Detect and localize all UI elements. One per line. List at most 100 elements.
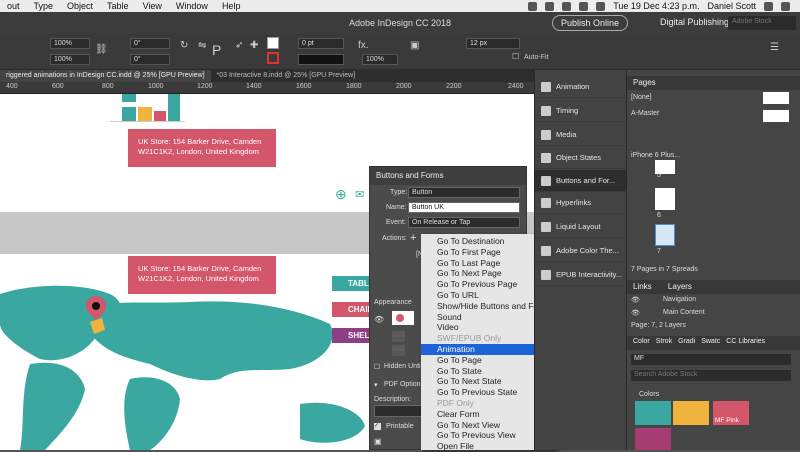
panel-tab-label: Object States bbox=[556, 153, 602, 162]
opacity-field[interactable]: 100% bbox=[362, 54, 398, 65]
wrap-icon[interactable]: ▣ bbox=[410, 40, 419, 51]
path-icon[interactable]: P bbox=[212, 42, 221, 58]
tab-color[interactable]: Color bbox=[633, 338, 650, 348]
color-swatch[interactable] bbox=[635, 428, 671, 450]
battery-icon[interactable] bbox=[596, 1, 606, 11]
ribbon-chair[interactable]: CHAIR bbox=[332, 302, 373, 317]
panel-tab-timing[interactable]: Timing bbox=[535, 100, 627, 122]
pdf-options-toggle-icon[interactable]: ▾ bbox=[374, 381, 378, 389]
fill-swatch-icon[interactable] bbox=[267, 37, 279, 49]
color-swatch[interactable] bbox=[635, 401, 671, 425]
notification-icon[interactable] bbox=[781, 1, 790, 11]
publish-online-button[interactable]: Publish Online bbox=[552, 15, 629, 31]
layer-navigation[interactable]: Navigation bbox=[663, 296, 696, 303]
eye-icon[interactable]: 👁 bbox=[631, 296, 640, 304]
panel-tab-adobe-color[interactable]: Adobe Color The... bbox=[535, 240, 627, 262]
media-icon bbox=[541, 129, 551, 140]
panel-tab-hyperlinks[interactable]: Hyperlinks bbox=[535, 192, 627, 214]
tab-links[interactable]: Links bbox=[633, 282, 652, 291]
ribbon-table[interactable]: TABLE bbox=[332, 276, 374, 291]
wifi-icon[interactable] bbox=[562, 1, 572, 11]
panel-tab-label: Hyperlinks bbox=[556, 198, 592, 207]
event-select[interactable]: On Release or Tap bbox=[408, 217, 520, 228]
color-swatch[interactable] bbox=[673, 401, 709, 425]
ribbon-shelve[interactable]: SHELVE bbox=[332, 328, 379, 343]
menu-help[interactable]: Help bbox=[215, 1, 248, 11]
search-icon[interactable] bbox=[764, 1, 773, 11]
effects-icon[interactable]: fx. bbox=[358, 40, 369, 51]
user-name[interactable]: Daniel Scott bbox=[707, 1, 756, 11]
menu-view[interactable]: View bbox=[136, 1, 169, 11]
panel-tab-liquid-layout[interactable]: Liquid Layout bbox=[535, 216, 627, 238]
menu-table[interactable]: Table bbox=[100, 1, 136, 11]
pages-none-master[interactable]: [None] bbox=[631, 94, 652, 101]
document-tab-active[interactable]: riggered animations in InDesign CC.indd … bbox=[0, 70, 211, 82]
name-input[interactable]: Button UK bbox=[408, 202, 520, 213]
menu-window[interactable]: Window bbox=[169, 1, 215, 11]
pages-panel-header[interactable]: Pages bbox=[627, 76, 800, 90]
hidden-checkbox[interactable]: ☐ bbox=[374, 363, 380, 371]
auto-fit-label: Auto-Fit bbox=[524, 54, 549, 61]
eye-icon[interactable]: 👁 bbox=[631, 309, 640, 317]
panel-tab-buttons-forms[interactable]: Buttons and For... bbox=[535, 170, 627, 192]
rollover-state-thumb[interactable]: ▒▒ bbox=[392, 331, 405, 341]
eye-icon[interactable]: 👁 bbox=[374, 315, 384, 324]
volume-icon[interactable] bbox=[579, 1, 589, 11]
rotate-cw-icon[interactable]: ↻ bbox=[180, 40, 188, 51]
add-action-icon[interactable]: + bbox=[410, 232, 416, 244]
a-master-thumb[interactable] bbox=[763, 110, 789, 122]
clock[interactable]: Tue 19 Dec 4:23 p.m. bbox=[613, 1, 699, 11]
epub-interactivity-icon bbox=[541, 269, 551, 280]
pages-a-master[interactable]: A-Master bbox=[631, 110, 659, 117]
auto-fit-checkbox[interactable]: ☐ bbox=[512, 52, 519, 61]
layer-main-content[interactable]: Main Content bbox=[663, 309, 705, 316]
stroke-weight-field[interactable]: 0 pt bbox=[298, 38, 344, 49]
animation-icon bbox=[541, 81, 551, 92]
click-state-thumb[interactable]: ▒▒ bbox=[392, 345, 405, 355]
menu-type[interactable]: Type bbox=[27, 1, 61, 11]
page-number: 7 bbox=[657, 248, 661, 255]
shear-field[interactable]: 0° bbox=[130, 54, 170, 65]
direct-select-icon[interactable]: ➶ bbox=[235, 40, 243, 51]
stroke-type-select[interactable] bbox=[298, 54, 344, 65]
document-tab[interactable]: *03 Interactive 8.indd @ 25% [GPU Previe… bbox=[211, 70, 362, 82]
ruler-mark: 2200 bbox=[446, 83, 462, 90]
scale-x-field[interactable]: 100% bbox=[50, 38, 90, 49]
type-select[interactable]: Button bbox=[408, 187, 520, 198]
timing-icon bbox=[541, 105, 551, 116]
creative-cloud-icon[interactable] bbox=[545, 1, 555, 11]
adobe-stock-search[interactable]: Adobe Stock bbox=[728, 16, 796, 30]
page-thumb-selected[interactable] bbox=[655, 224, 675, 246]
size-field[interactable]: 12 px bbox=[466, 38, 520, 49]
panel-tab-epub-interactivity[interactable]: EPUB Interactivity... bbox=[535, 264, 627, 286]
preview-icon[interactable]: ▣ bbox=[374, 437, 382, 446]
chart-bar bbox=[122, 107, 136, 121]
stroke-swatch-icon[interactable] bbox=[267, 52, 279, 64]
none-master-thumb[interactable] bbox=[763, 92, 789, 104]
stock-search-input[interactable]: Search Adobe Stock bbox=[631, 370, 791, 381]
rotation-field[interactable]: 0° bbox=[130, 38, 170, 49]
tab-cc-libraries[interactable]: CC Libraries bbox=[726, 338, 765, 348]
tab-layers[interactable]: Layers bbox=[668, 282, 692, 291]
panel-tab-media[interactable]: Media bbox=[535, 124, 627, 146]
tab-swatches[interactable]: Swatc bbox=[701, 338, 720, 348]
pdf-options-label: PDF Options bbox=[384, 381, 425, 388]
flip-icon[interactable]: ⇋ bbox=[198, 40, 206, 51]
printable-checkbox[interactable]: ✓ bbox=[374, 423, 381, 430]
panel-tab-object-states[interactable]: Object States bbox=[535, 147, 627, 169]
select-icon[interactable]: ✚ bbox=[250, 40, 258, 51]
menu-object-partial[interactable]: out bbox=[0, 1, 27, 11]
page-thumb[interactable] bbox=[655, 188, 675, 210]
tab-stroke[interactable]: Strok bbox=[656, 338, 672, 348]
tab-gradient[interactable]: Gradi bbox=[678, 338, 695, 348]
dropbox-icon[interactable] bbox=[528, 1, 538, 11]
description-field[interactable] bbox=[374, 405, 424, 417]
workspace-switcher[interactable]: Digital Publishing bbox=[660, 17, 729, 27]
scale-y-field[interactable]: 100% bbox=[50, 54, 90, 65]
menu-object[interactable]: Object bbox=[60, 1, 100, 11]
library-select[interactable]: MF bbox=[631, 354, 791, 365]
panel-tab-animation[interactable]: Animation bbox=[535, 76, 627, 98]
hamburger-icon[interactable]: ☰ bbox=[770, 42, 779, 53]
store-address-line2: W21C1K2, London, United Kingdom bbox=[138, 147, 259, 156]
constrain-icon[interactable]: ⛓ bbox=[95, 44, 108, 55]
